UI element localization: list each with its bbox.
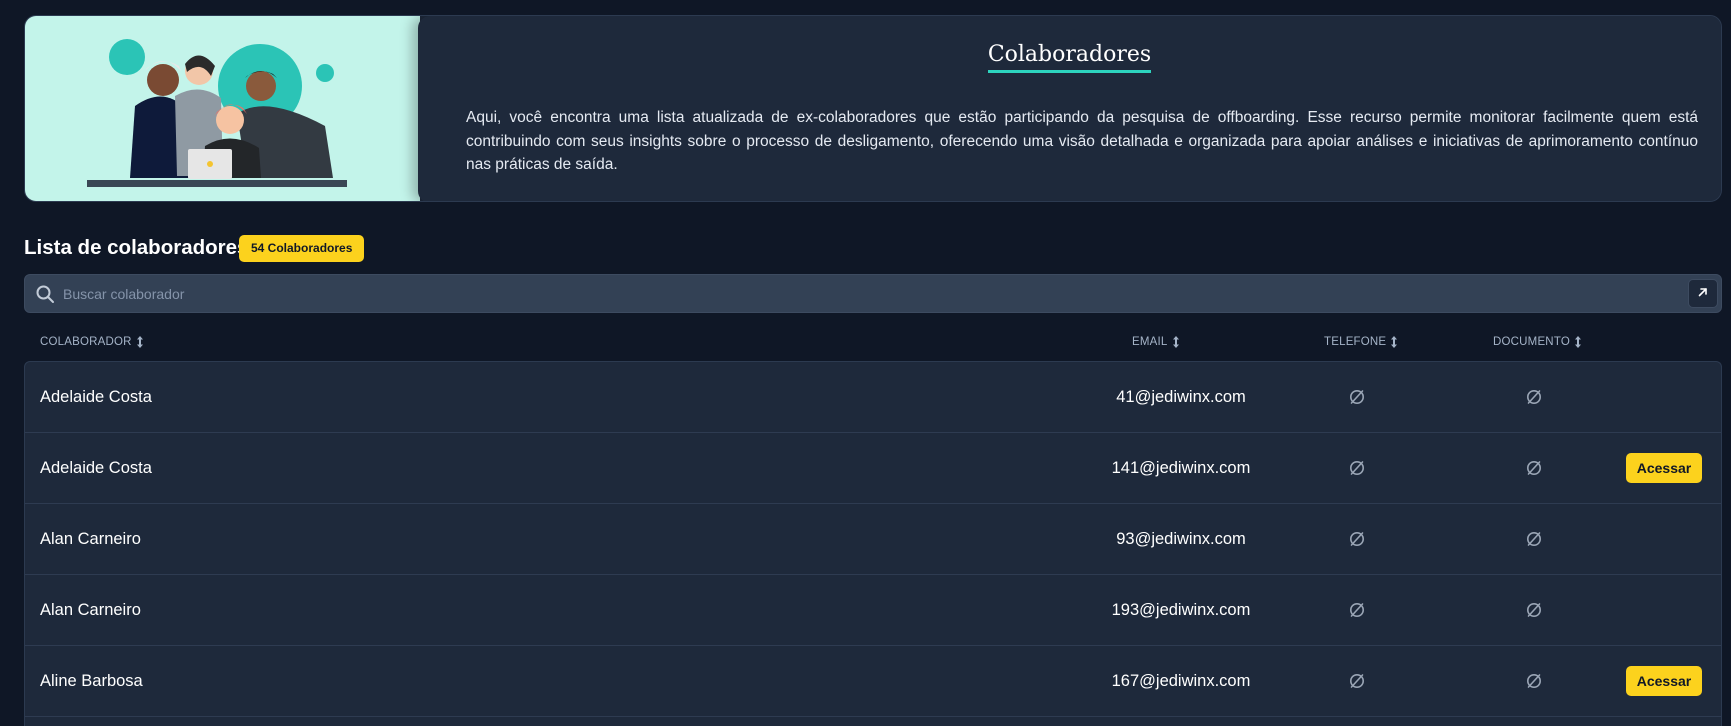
hero-panel: Colaboradores Aqui, você encontra uma li… bbox=[418, 16, 1721, 201]
column-header-email[interactable]: EMAIL bbox=[1132, 336, 1180, 348]
expand-button[interactable] bbox=[1688, 279, 1718, 308]
access-button[interactable]: Acessar bbox=[1626, 666, 1702, 696]
arrow-up-right-icon bbox=[1697, 285, 1709, 303]
column-header-collaborator[interactable]: COLABORADOR bbox=[40, 336, 144, 348]
empty-set-icon bbox=[1525, 672, 1543, 690]
collaborator-email: 93@jediwinx.com bbox=[1116, 530, 1246, 548]
table-row: Adelaide Costa 41@jediwinx.com bbox=[25, 362, 1721, 433]
empty-set-icon bbox=[1348, 388, 1366, 406]
column-header-phone[interactable]: TELEFONE bbox=[1324, 336, 1398, 348]
column-label: DOCUMENTO bbox=[1493, 336, 1570, 348]
collaborator-name: Adelaide Costa bbox=[40, 388, 152, 406]
collaborator-email: 41@jediwinx.com bbox=[1116, 388, 1246, 406]
page-description: Aqui, você encontra uma lista atualizada… bbox=[466, 109, 1698, 173]
empty-set-icon bbox=[1348, 601, 1366, 619]
page-title: Colaboradores bbox=[418, 42, 1721, 73]
collaborator-name: Aline Barbosa bbox=[40, 672, 143, 690]
search-input[interactable] bbox=[63, 275, 1663, 312]
column-label: EMAIL bbox=[1132, 336, 1168, 348]
collaborator-name: Adelaide Costa bbox=[40, 459, 152, 477]
access-button[interactable]: Acessar bbox=[1626, 453, 1702, 483]
collaborator-email: 167@jediwinx.com bbox=[1111, 672, 1251, 690]
table-row: Alan Carneiro 93@jediwinx.com bbox=[25, 504, 1721, 575]
page: Colaboradores Aqui, você encontra uma li… bbox=[0, 0, 1731, 726]
empty-set-icon bbox=[1348, 530, 1366, 548]
sort-icon bbox=[136, 336, 143, 348]
search-bar bbox=[24, 274, 1722, 313]
count-badge: 54 Colaboradores bbox=[239, 235, 365, 262]
empty-set-icon bbox=[1348, 459, 1366, 477]
table-row: Adelaide Costa 141@jediwinx.com Acessar bbox=[25, 433, 1721, 504]
empty-set-icon bbox=[1525, 388, 1543, 406]
section-title: Lista de colaboradores bbox=[24, 236, 249, 259]
collaborator-email: 193@jediwinx.com bbox=[1111, 601, 1251, 619]
sort-icon bbox=[1574, 336, 1581, 348]
empty-set-icon bbox=[1525, 601, 1543, 619]
table-row: Aline Barbosa 167@jediwinx.com Acessar bbox=[25, 646, 1721, 717]
page-title-text: Colaboradores bbox=[987, 42, 1152, 73]
collaborator-name: Alan Carneiro bbox=[40, 530, 141, 548]
column-label: COLABORADOR bbox=[40, 336, 132, 348]
table-row: Alan Carneiro 193@jediwinx.com bbox=[25, 575, 1721, 646]
collaborator-name: Alan Carneiro bbox=[40, 601, 141, 619]
column-label: TELEFONE bbox=[1324, 336, 1387, 348]
search-icon bbox=[35, 284, 55, 309]
column-header-document[interactable]: DOCUMENTO bbox=[1493, 336, 1582, 348]
sort-icon bbox=[1172, 336, 1179, 348]
hero-card: Colaboradores Aqui, você encontra uma li… bbox=[24, 15, 1722, 202]
empty-set-icon bbox=[1525, 530, 1543, 548]
empty-set-icon bbox=[1348, 672, 1366, 690]
sort-icon bbox=[1391, 336, 1398, 348]
collaborators-table: Adelaide Costa 41@jediwinx.com Adelaide Co… bbox=[24, 361, 1722, 726]
collaborator-email: 141@jediwinx.com bbox=[1111, 459, 1251, 477]
team-illustration bbox=[25, 16, 420, 201]
empty-set-icon bbox=[1525, 459, 1543, 477]
table-header: COLABORADOR EMAIL TELEFONE DOCUMENTO bbox=[24, 336, 1722, 356]
